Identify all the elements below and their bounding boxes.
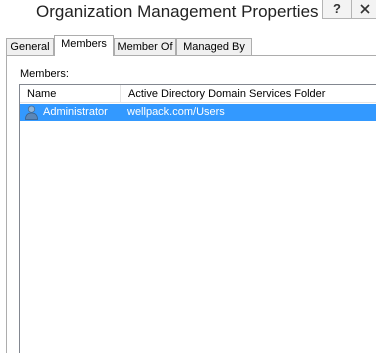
tab-member-of[interactable]: Member Of	[114, 38, 176, 56]
help-button[interactable]: ?	[322, 0, 352, 19]
window-title: Organization Management Properties	[36, 2, 319, 21]
tab-general[interactable]: General	[6, 38, 54, 56]
list-row[interactable]: Administrator wellpack.com/Users	[20, 104, 376, 121]
members-list[interactable]: Name Active Directory Domain Services Fo…	[19, 84, 376, 353]
member-folder: wellpack.com/Users	[127, 106, 225, 118]
column-header-name[interactable]: Name	[20, 85, 121, 103]
member-name: Administrator	[43, 106, 108, 118]
title-bar: Organization Management Properties ?	[0, 0, 376, 26]
close-button[interactable]	[351, 0, 376, 19]
members-label: Members:	[20, 68, 69, 80]
properties-dialog: Organization Management Properties ? Gen…	[0, 0, 376, 353]
user-icon	[25, 105, 38, 120]
list-header: Name Active Directory Domain Services Fo…	[20, 85, 376, 103]
column-header-folder[interactable]: Active Directory Domain Services Folder	[121, 85, 376, 103]
tab-strip: General Members Member Of Managed By	[6, 35, 376, 56]
tab-members[interactable]: Members	[54, 35, 114, 56]
close-icon	[360, 4, 370, 14]
tab-managed-by[interactable]: Managed By	[176, 38, 252, 56]
